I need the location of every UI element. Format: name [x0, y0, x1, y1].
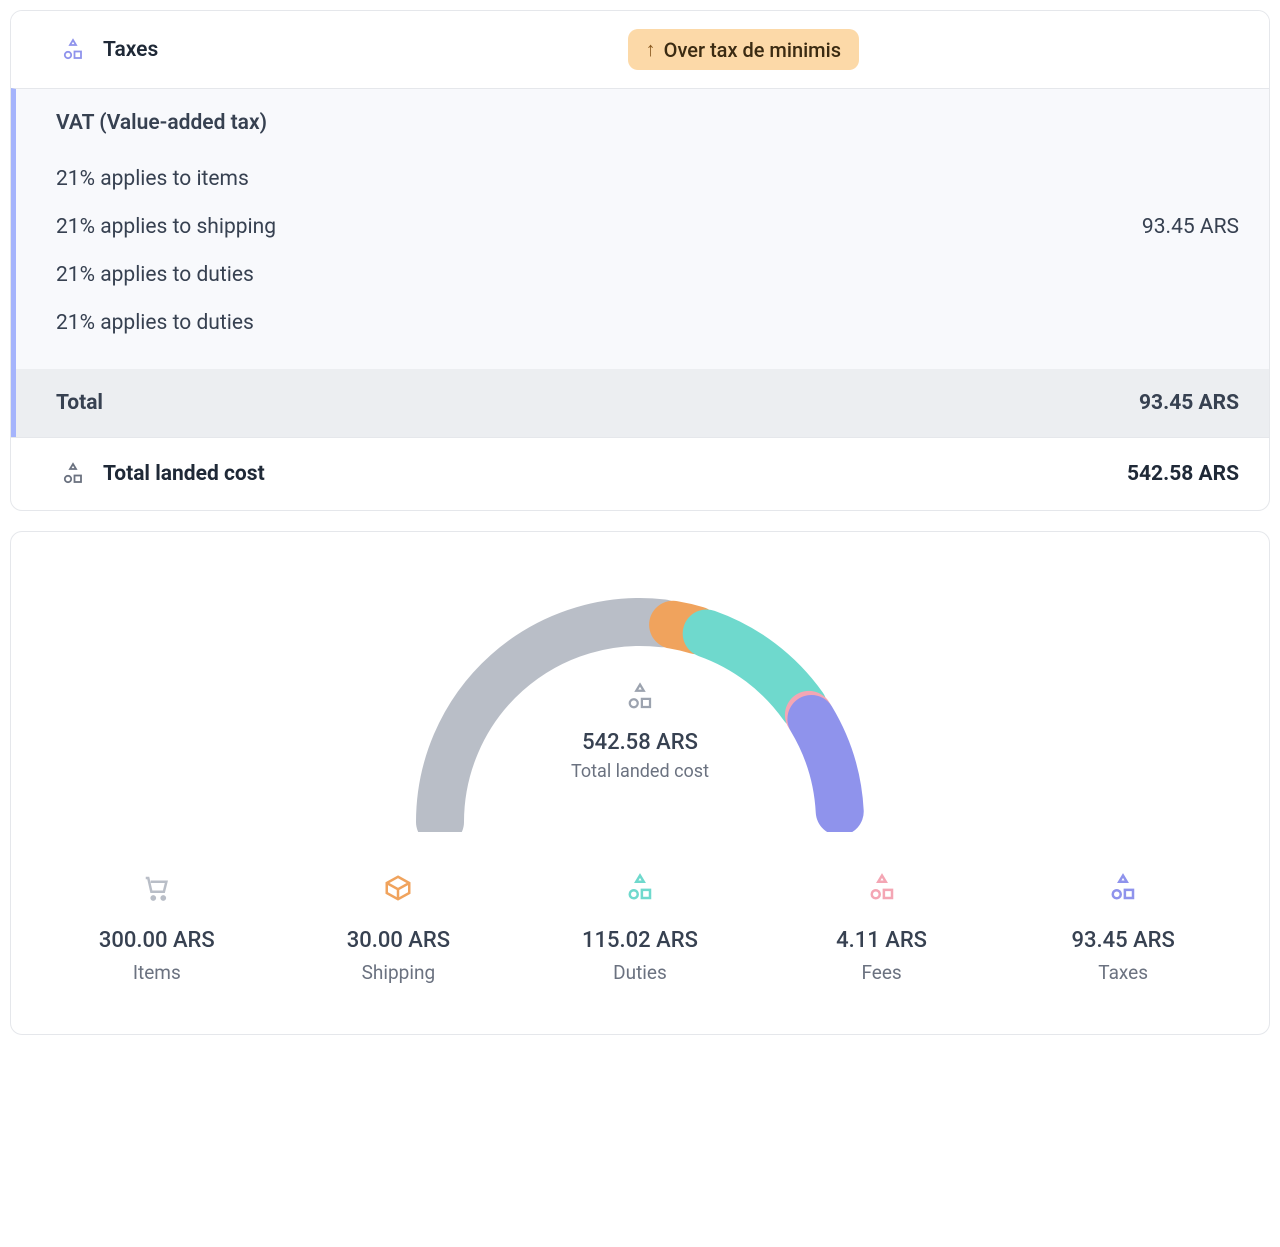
- legend-item-shipping: 30.00 ARS Shipping: [283, 872, 515, 984]
- shapes-icon: [766, 872, 998, 904]
- legend-item-fees: 4.11 ARS Fees: [766, 872, 998, 984]
- shapes-icon: [524, 872, 756, 904]
- legend-label: Duties: [524, 961, 756, 984]
- vat-line-label: 21% applies to items: [56, 167, 249, 191]
- chart-legend: 300.00 ARS Items 30.00 ARS Shipping: [41, 872, 1239, 984]
- legend-item-taxes: 93.45 ARS Taxes: [1007, 872, 1239, 984]
- vat-line-amount: 93.45 ARS: [1142, 215, 1239, 239]
- badge-text: Over tax de minimis: [664, 38, 841, 62]
- shapes-icon: [61, 462, 85, 486]
- landed-cost-amount: 542.58 ARS: [1127, 462, 1239, 486]
- vat-line-label: 21% applies to duties: [56, 311, 254, 335]
- legend-label: Taxes: [1007, 961, 1239, 984]
- gauge-chart: 542.58 ARS Total landed cost: [41, 572, 1239, 832]
- vat-title: VAT (Value-added tax): [56, 111, 1239, 135]
- taxes-total-amount: 93.45 ARS: [1139, 391, 1239, 415]
- taxes-title: Taxes: [103, 38, 158, 62]
- cart-icon: [41, 872, 273, 904]
- legend-value: 93.45 ARS: [1007, 928, 1239, 953]
- vat-line: 21% applies to shipping 93.45 ARS: [56, 203, 1239, 251]
- shapes-icon: [1007, 872, 1239, 904]
- legend-value: 30.00 ARS: [283, 928, 515, 953]
- legend-item-items: 300.00 ARS Items: [41, 872, 273, 984]
- gauge-center: 542.58 ARS Total landed cost: [540, 682, 740, 782]
- legend-value: 300.00 ARS: [41, 928, 273, 953]
- legend-label: Items: [41, 961, 273, 984]
- legend-label: Shipping: [283, 961, 515, 984]
- vat-line-label: 21% applies to duties: [56, 263, 254, 287]
- landed-cost-label: Total landed cost: [103, 462, 265, 486]
- box-icon: [283, 872, 515, 904]
- legend-value: 4.11 ARS: [766, 928, 998, 953]
- gauge-center-value: 542.58 ARS: [540, 730, 740, 755]
- vat-line: 21% applies to duties: [56, 251, 1239, 299]
- vat-line: 21% applies to items: [56, 155, 1239, 203]
- vat-line-label: 21% applies to shipping: [56, 215, 276, 239]
- legend-value: 115.02 ARS: [524, 928, 756, 953]
- vat-block: VAT (Value-added tax) 21% applies to ite…: [11, 88, 1269, 369]
- legend-item-duties: 115.02 ARS Duties: [524, 872, 756, 984]
- arrow-up-icon: ↑: [646, 37, 656, 62]
- legend-label: Fees: [766, 961, 998, 984]
- taxes-header: Taxes ↑ Over tax de minimis: [11, 11, 1269, 88]
- gauge-center-label: Total landed cost: [540, 761, 740, 782]
- landed-cost-chart-card: 542.58 ARS Total landed cost 300.00 ARS …: [10, 531, 1270, 1035]
- taxes-total-label: Total: [56, 391, 103, 415]
- total-landed-cost-row: Total landed cost 542.58 ARS: [11, 437, 1269, 510]
- taxes-card: Taxes ↑ Over tax de minimis VAT (Value-a…: [10, 10, 1270, 511]
- shapes-icon: [61, 38, 85, 62]
- over-de-minimis-badge: ↑ Over tax de minimis: [628, 29, 859, 70]
- shapes-icon: [540, 682, 740, 712]
- taxes-total-row: Total 93.45 ARS: [11, 369, 1269, 437]
- vat-line: 21% applies to duties: [56, 299, 1239, 347]
